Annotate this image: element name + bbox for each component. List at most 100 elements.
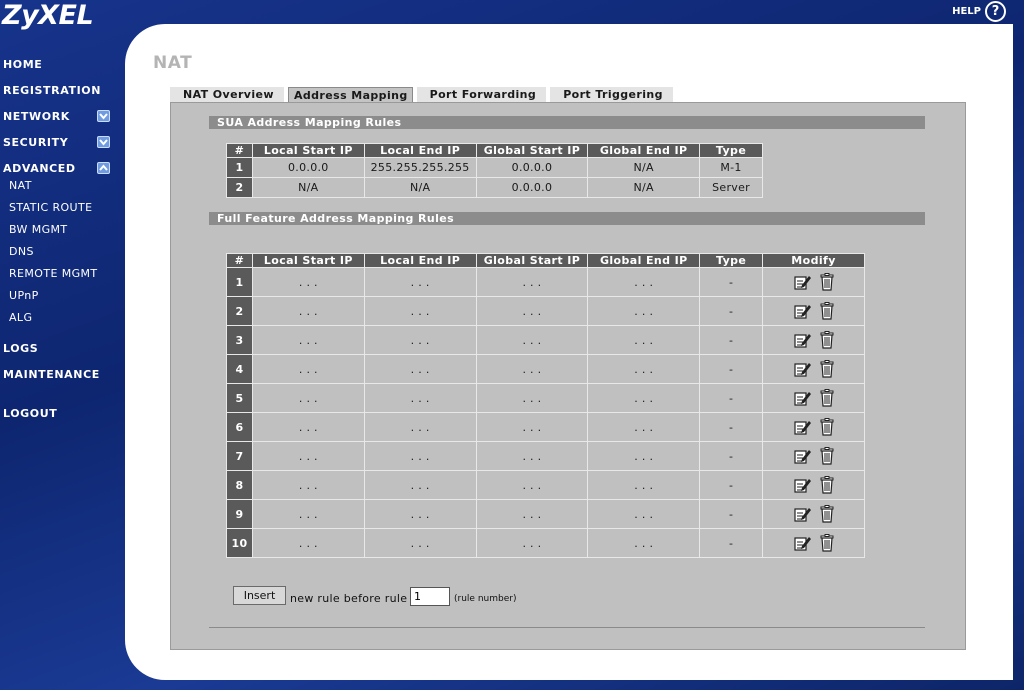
trash-icon[interactable]: [820, 476, 834, 494]
bottom-divider: [209, 627, 925, 628]
nav-security[interactable]: SECURITY: [3, 136, 68, 149]
rule-number-hint: (rule number): [454, 594, 517, 604]
table-cell: . . .: [251, 296, 365, 326]
trash-icon[interactable]: [820, 302, 834, 320]
trash-icon[interactable]: [820, 331, 834, 349]
edit-icon[interactable]: [793, 273, 812, 291]
nav-sub-remote-mgmt[interactable]: REMOTE MGMT: [9, 267, 98, 280]
page-title: NAT: [153, 53, 193, 73]
edit-icon[interactable]: [793, 331, 812, 349]
row-number: 8: [226, 470, 253, 500]
tab-address-mapping[interactable]: Address Mapping: [287, 87, 413, 102]
edit-icon[interactable]: [793, 418, 812, 436]
nav-sub-nat[interactable]: NAT: [9, 179, 32, 192]
insert-button[interactable]: Insert: [233, 586, 286, 605]
table-cell: N/A: [587, 157, 701, 178]
trash-icon[interactable]: [820, 389, 834, 407]
tab-nat-overview[interactable]: NAT Overview: [170, 87, 284, 102]
table-row: 10. . .. . .. . .. . .-: [226, 528, 865, 558]
table-cell: N/A: [251, 177, 365, 198]
table-cell: 0.0.0.0: [475, 177, 589, 198]
table-row: 7. . .. . .. . .. . .-: [226, 441, 865, 471]
help-button[interactable]: HELP ?: [952, 1, 1006, 22]
table-row: 8. . .. . .. . .. . .-: [226, 470, 865, 500]
edit-icon[interactable]: [793, 389, 812, 407]
trash-icon[interactable]: [820, 418, 834, 436]
edit-icon[interactable]: [793, 534, 812, 552]
trash-icon[interactable]: [820, 534, 834, 552]
modify-cell: [762, 412, 865, 442]
trash-icon[interactable]: [820, 447, 834, 465]
table-cell: -: [699, 296, 764, 326]
table-cell: . . .: [587, 383, 701, 413]
nav-sub-alg[interactable]: ALG: [9, 311, 32, 324]
modify-cell: [762, 296, 865, 326]
table-cell: . . .: [587, 499, 701, 529]
table-row: 9. . .. . .. . .. . .-: [226, 499, 865, 529]
nav-network[interactable]: NETWORK: [3, 110, 70, 123]
nav-sub-dns[interactable]: DNS: [9, 245, 34, 258]
trash-icon[interactable]: [820, 505, 834, 523]
nav-sub-static-route[interactable]: STATIC ROUTE: [9, 201, 92, 214]
modify-cell: [762, 383, 865, 413]
table-cell: -: [699, 412, 764, 442]
table-cell: . . .: [475, 499, 589, 529]
table-cell: . . .: [475, 354, 589, 384]
nav-home[interactable]: HOME: [3, 58, 42, 71]
col-header-local-start-ip: Local Start IP: [251, 143, 365, 158]
table-cell: . . .: [251, 267, 365, 297]
nav-logout[interactable]: LOGOUT: [3, 407, 57, 420]
table-cell: . . .: [251, 470, 365, 500]
edit-icon[interactable]: [793, 302, 812, 320]
nav-sub-bw-mgmt[interactable]: BW MGMT: [9, 223, 68, 236]
nav-sub-upnp[interactable]: UPnP: [9, 289, 39, 302]
table-cell: . . .: [475, 383, 589, 413]
sua-header-row: # Local Start IP Local End IP Global Sta…: [226, 143, 763, 158]
full-feature-section-title: Full Feature Address Mapping Rules: [209, 212, 925, 225]
security-expand-icon[interactable]: [97, 136, 110, 148]
zyxel-logo: ZyXEL: [2, 0, 94, 31]
table-cell: . . .: [251, 383, 365, 413]
insert-description: new rule before rule: [290, 592, 408, 605]
advanced-collapse-icon[interactable]: [97, 162, 110, 174]
row-number: 7: [226, 441, 253, 471]
tab-port-triggering[interactable]: Port Triggering: [550, 87, 673, 102]
col-header-global-start-ip: Global Start IP: [475, 253, 589, 268]
table-cell: . . .: [363, 528, 477, 558]
col-header-type: Type: [699, 253, 764, 268]
nav-registration[interactable]: REGISTRATION: [3, 84, 101, 97]
nav-logs[interactable]: LOGS: [3, 342, 38, 355]
edit-icon[interactable]: [793, 360, 812, 378]
edit-icon[interactable]: [793, 505, 812, 523]
modify-cell: [762, 441, 865, 471]
row-number: 10: [226, 528, 253, 558]
rule-number-input[interactable]: [410, 587, 450, 606]
table-row: 2. . .. . .. . .. . .-: [226, 296, 865, 326]
table-cell: Server: [699, 177, 763, 198]
row-number: 2: [226, 296, 253, 326]
table-cell: . . .: [251, 499, 365, 529]
edit-icon[interactable]: [793, 447, 812, 465]
network-expand-icon[interactable]: [97, 110, 110, 122]
edit-icon[interactable]: [793, 476, 812, 494]
nav-advanced[interactable]: ADVANCED: [3, 162, 76, 175]
trash-icon[interactable]: [820, 360, 834, 378]
table-cell: N/A: [587, 177, 701, 198]
table-cell: . . .: [363, 470, 477, 500]
nav-maintenance[interactable]: MAINTENANCE: [3, 368, 100, 381]
tab-port-forwarding[interactable]: Port Forwarding: [416, 87, 547, 102]
sua-table: # Local Start IP Local End IP Global Sta…: [226, 143, 763, 198]
trash-icon[interactable]: [820, 273, 834, 291]
table-cell: -: [699, 267, 764, 297]
table-cell: . . .: [363, 296, 477, 326]
col-header-global-start-ip: Global Start IP: [475, 143, 589, 158]
row-number: 1: [226, 267, 253, 297]
table-cell: -: [699, 325, 764, 355]
row-number: 2: [226, 177, 253, 198]
table-cell: -: [699, 354, 764, 384]
table-cell: . . .: [587, 267, 701, 297]
table-cell: . . .: [363, 325, 477, 355]
table-cell: . . .: [363, 383, 477, 413]
col-header-global-end-ip: Global End IP: [587, 143, 701, 158]
help-circle-icon: ?: [985, 1, 1006, 22]
